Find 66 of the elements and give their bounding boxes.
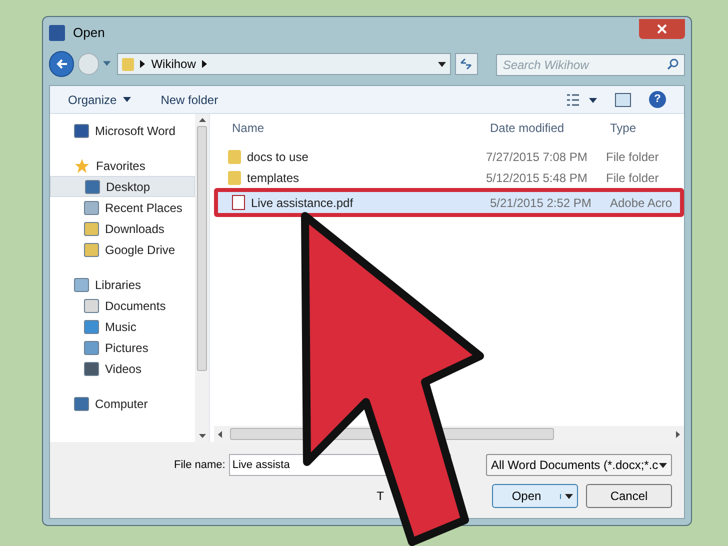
column-header[interactable]: Type — [610, 119, 636, 137]
dropdown-caret-icon — [438, 62, 446, 66]
sidebar-item[interactable]: Recent Places — [50, 197, 195, 218]
sidebar-item[interactable]: Documents — [50, 295, 195, 316]
file-row[interactable]: templates 5/12/2015 5:48 PM File folder — [214, 167, 684, 188]
organize-button[interactable]: Organize — [68, 90, 131, 108]
dropdown-caret-icon — [565, 494, 573, 498]
file-row[interactable]: docs to use 7/27/2015 7:08 PM File folder — [214, 146, 684, 167]
file-type: Adobe Acro — [610, 194, 672, 212]
caret-icon — [122, 97, 131, 102]
star-icon — [74, 158, 90, 174]
sidebar-heading[interactable]: Libraries — [50, 274, 195, 295]
file-type: File folder — [606, 148, 659, 166]
left-arrow-icon[interactable] — [218, 430, 222, 438]
pdf-file-icon — [232, 195, 245, 210]
sidebar-item[interactable]: Google Drive — [50, 239, 195, 260]
file-row[interactable]: Live assistance.pdf 5/21/2015 2:52 PM Adobe Acro — [214, 188, 684, 217]
folder-icon — [122, 58, 134, 70]
file-type-dropdown[interactable]: All Word Documents (*.docx;*.c — [486, 454, 672, 476]
sidebar-item[interactable]: Downloads — [50, 218, 195, 239]
preview-pane-icon[interactable] — [615, 92, 631, 106]
file-name: Live assistance.pdf — [251, 194, 354, 212]
sidebar-heading[interactable]: Favorites — [50, 155, 195, 176]
file-type: File folder — [606, 170, 659, 186]
vertical-scrollbar[interactable] — [195, 114, 209, 442]
left-arrow-icon — [56, 58, 68, 70]
help-button[interactable]: ? — [649, 91, 666, 108]
down-arrow-icon[interactable] — [198, 434, 206, 438]
refresh-button[interactable] — [454, 53, 478, 75]
tools-label[interactable]: T — [376, 487, 384, 505]
column-header[interactable]: Name — [232, 119, 490, 137]
search-field[interactable]: Search Wikihow — [496, 54, 686, 76]
cancel-button[interactable]: Cancel — [586, 484, 672, 508]
window-title: Open — [73, 24, 105, 42]
sidebar-heading[interactable]: Microsoft Word — [50, 120, 195, 141]
folder-icon — [228, 150, 241, 164]
sidebar-item[interactable]: Desktop — [50, 176, 195, 197]
chevron-icon — [140, 60, 146, 68]
address-bar[interactable]: Wikihow — [117, 53, 451, 75]
column-header[interactable]: Date modified — [490, 119, 610, 137]
dropdown-caret-icon — [659, 462, 667, 468]
up-arrow-icon[interactable] — [198, 118, 206, 122]
close-icon — [657, 24, 667, 34]
file-name: docs to use — [247, 148, 308, 166]
back-button[interactable] — [49, 51, 74, 77]
date-modified: 5/12/2015 5:48 PM — [486, 170, 588, 186]
right-arrow-icon[interactable] — [676, 430, 680, 438]
caret-icon — [103, 61, 112, 67]
sidebar-item[interactable]: Videos — [50, 358, 195, 379]
sidebar-item[interactable]: Pictures — [50, 337, 195, 358]
view-list-icon[interactable] — [567, 94, 597, 106]
sidebar-item[interactable]: Music — [50, 316, 195, 337]
breadcrumb[interactable]: Wikihow — [151, 55, 196, 73]
open-button[interactable]: Open — [492, 484, 578, 508]
sidebar-heading[interactable]: Computer — [50, 393, 195, 414]
folder-icon — [228, 170, 241, 184]
close-button[interactable] — [639, 19, 685, 39]
file-name-label: File name: — [174, 458, 226, 473]
search-icon — [667, 58, 680, 70]
date-modified: 7/27/2015 7:08 PM — [486, 148, 588, 166]
chevron-icon — [202, 60, 207, 68]
date-modified: 5/21/2015 2:52 PM — [490, 194, 592, 212]
scrollbar-thumb[interactable] — [197, 126, 207, 371]
new-folder-button[interactable]: New folder — [160, 90, 218, 108]
file-name: templates — [247, 170, 300, 186]
refresh-arrows-icon — [460, 58, 472, 70]
